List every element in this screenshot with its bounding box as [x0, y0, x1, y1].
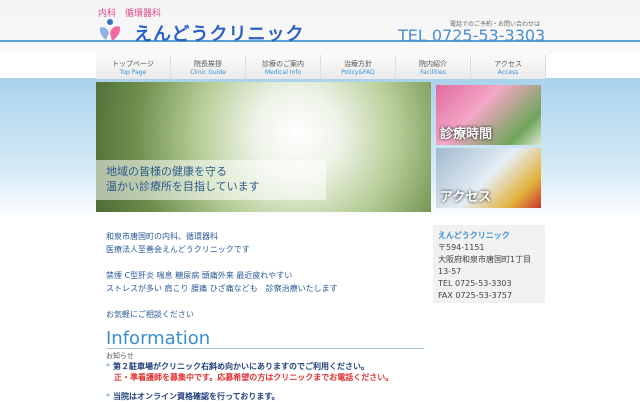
access-banner[interactable]: アクセス — [436, 148, 541, 208]
nav-label: アクセス — [494, 60, 522, 68]
nav-label: 診療のご案内 — [262, 60, 304, 68]
news-alert: 正・準看護師を募集中です。応募希望の方はクリニックまでお電話ください。 — [114, 373, 394, 382]
intro-text: 和泉市唐国町の内科、循環器科 医療法人至善会えんどうクリニックです 禁煙 C型肝… — [106, 230, 338, 321]
nav-sublabel: Clinic Guide — [190, 69, 226, 76]
sidebar-tel: TEL 0725-53-3303 — [438, 279, 512, 288]
hero-line: 温かい診療所を目指しています — [106, 180, 260, 193]
nav-label: トップページ — [112, 60, 154, 68]
info-divider — [106, 348, 424, 349]
news-list: * 第２駐車場がクリニック右斜め向かいにありますのでご利用ください。 正・準看護… — [106, 361, 393, 402]
nav-policy[interactable]: 治療方針 Policy&FAQ — [321, 55, 396, 79]
nav-sublabel: Top Page — [119, 69, 147, 76]
hours-banner[interactable]: 診療時間 — [436, 85, 541, 145]
nav-sublabel: Medical Info — [264, 69, 302, 76]
clinic-name[interactable]: えんどうクリニック — [134, 20, 304, 46]
address: 大阪府和泉市唐国町1丁目 — [438, 255, 532, 264]
nav-sublabel: Facilities — [420, 69, 446, 76]
clinic-address-box: えんどうクリニック 〒594-1151 大阪府和泉市唐国町1丁目 13-57 T… — [433, 225, 545, 303]
info-heading: Information — [106, 328, 211, 349]
nav-label: 治療方針 — [344, 60, 372, 68]
intro-line: 和泉市唐国町の内科、循環器科 — [106, 232, 218, 241]
news-text: 第２駐車場がクリニック右斜め向かいにありますのでご利用ください。 — [112, 362, 369, 371]
nav-facilities[interactable]: 院内紹介 Facilities — [396, 55, 471, 79]
intro-line: 禁煙 C型肝炎 喘息 糖尿病 頭痛外来 最近疲れやすい — [106, 271, 293, 280]
nav-sublabel: Policy&FAQ — [341, 69, 375, 76]
news-item: * 第２駐車場がクリニック右斜め向かいにありますのでご利用ください。 — [106, 361, 393, 372]
main-nav: トップページ Top Page 院長挨拶 Clinic Guide 診療のご案内 Me… — [96, 55, 546, 79]
nav-greeting[interactable]: 院長挨拶 Clinic Guide — [171, 55, 246, 79]
bullet-icon: * — [106, 362, 113, 371]
nav-top[interactable]: トップページ Top Page — [96, 55, 171, 79]
intro-line: 医療法人至善会えんどうクリニックです — [106, 245, 250, 254]
nav-label: 院内紹介 — [419, 60, 447, 68]
sidebar-fax: FAX 0725-53-3757 — [438, 291, 513, 300]
news-item: * 当院はオンライン資格確認を行っております。 — [106, 391, 393, 402]
heart-logo-icon — [99, 19, 121, 41]
intro-line: ストレスが多い 肩こり 腰痛 ひざ痛なども 診察治療いたします — [106, 284, 338, 293]
nav-access[interactable]: アクセス Access — [471, 55, 546, 79]
tel-number: TEL 0725-53-3303 — [398, 26, 546, 45]
intro-line: お気軽にご相談ください — [106, 310, 194, 319]
info-subheading: お知らせ — [106, 352, 134, 360]
address: 13-57 — [438, 267, 462, 276]
zip: 〒594-1151 — [438, 243, 485, 252]
hero-image: 地域の皆様の健康を守る温かい診療所を目指しています — [96, 82, 431, 212]
nav-label: 院長挨拶 — [194, 60, 222, 68]
nav-sublabel: Access — [497, 69, 519, 76]
hero-line: 地域の皆様の健康を守る — [106, 165, 227, 178]
sidebar-title: えんどうクリニック — [438, 231, 510, 240]
hero-caption: 地域の皆様の健康を守る温かい診療所を目指しています — [96, 160, 326, 200]
nav-medical-info[interactable]: 診療のご案内 Medical Info — [246, 55, 321, 79]
